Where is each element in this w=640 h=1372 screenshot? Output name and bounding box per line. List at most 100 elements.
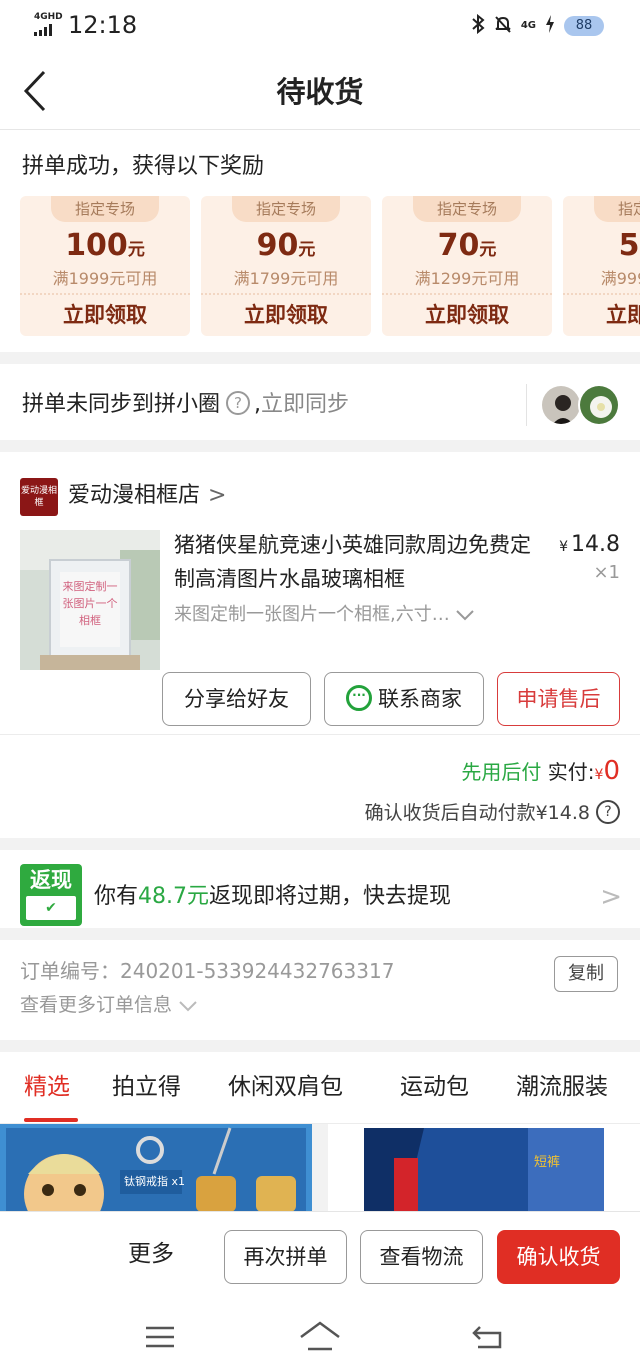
charging-icon [544,14,556,39]
chat-icon: ··· [346,685,372,711]
after-sale-button[interactable]: 申请售后 [497,672,620,726]
recommendation-item[interactable]: 钛钢戒指 x1 [0,1124,312,1212]
help-icon[interactable]: ? [596,799,620,824]
sync-row[interactable]: 拼单未同步到拼小圈? ,立即同步 [22,388,349,422]
chevron-down-icon [179,1000,197,1011]
spec-text: 来图定制一张图片一个相框,六寸… [174,604,450,625]
coupon-unit: 元 [479,240,497,260]
more-order-info-link[interactable]: 查看更多订单信息 [20,990,198,1020]
signal-icon: 4GHD [34,12,64,36]
cashback-banner[interactable]: 返现 ✔ 你有48.7元返现即将过期，快去提现 > [0,850,640,928]
regroup-button[interactable]: 再次拼单 [224,1230,347,1284]
more-order-info-label: 查看更多订单信息 [20,994,173,1016]
chevron-right-icon: > [600,882,622,912]
cashback-text: 你有48.7元返现即将过期，快去提现 [94,880,451,914]
tab-instant-camera[interactable]: 拍立得 [112,1070,181,1104]
order-info-card: 订单编号：240201-533924432763317 复制 查看更多订单信息 [0,940,640,1040]
category-tabs: 精选 拍立得 休闲双肩包 运动包 潮流服装 [0,1052,640,1124]
cashback-suffix: 返现即将过期，快去提现 [209,884,452,909]
paid-amount: 0 [603,756,620,786]
cashback-icon-text: 返现 [30,868,72,892]
shop-link[interactable]: 爱动漫相框店 > [68,480,226,512]
coupon-100[interactable]: 指定专场 100元 满1999元可用 立即领取 [20,196,190,336]
coupon-amount: 70 [437,228,480,263]
auto-pay-text: 确认收货后自动付款¥14.8 [364,802,590,824]
network-tag: 4GHD [34,12,63,22]
status-time: 12:18 [68,11,138,39]
sync-text: 拼单未同步到拼小圈 [22,392,221,417]
claim-button[interactable]: 立即领取 [201,296,371,334]
pay-later-label: 先用后付 [461,760,542,784]
coupon-50[interactable]: 指定专场 50元 满999元可用 立即领取 [563,196,640,336]
shop-logo: 爱动漫相框 [20,478,58,516]
avatar [540,384,582,426]
coupon-90[interactable]: 指定专场 90元 满1799元可用 立即领取 [201,196,371,336]
coupon-amount: 100 [65,228,128,263]
shop-name: 爱动漫相框店 [68,483,201,508]
rewards-card: 拼单成功，获得以下奖励 指定专场 100元 满1999元可用 立即领取 指定专场… [0,130,640,352]
thumb-label: 来图定制一张图片一个相框 [62,580,118,627]
copy-button[interactable]: 复制 [554,956,618,992]
cashback-prefix: 你有 [94,884,139,909]
product-image[interactable]: 来图定制一张图片一个相框 [20,530,160,670]
bottom-action-bar: 更多 再次拼单 查看物流 确认收货 [0,1211,640,1303]
contact-seller-label: 联系商家 [378,687,462,711]
sync-card[interactable]: 拼单未同步到拼小圈? ,立即同步 [0,364,640,440]
product-title[interactable]: 猪猪侠星航竞速小英雄同款周边免费定制高清图片水晶玻璃相框 [174,528,540,596]
coupon-tag: 指定专场 [51,196,159,222]
tab-fashion[interactable]: 潮流服装 [516,1070,608,1104]
help-icon[interactable]: ? [226,391,251,415]
menu-icon[interactable] [144,1323,176,1351]
back-nav-icon[interactable] [470,1321,506,1351]
battery-level: 88 [564,16,604,36]
tab-sports-bag[interactable]: 运动包 [400,1070,469,1104]
rec-label: 短裤 [534,1155,561,1170]
product-quantity: ×1 [593,562,620,583]
confirm-receipt-button[interactable]: 确认收货 [497,1230,620,1284]
paid-label: 实付: [547,760,595,784]
coupon-unit: 元 [127,240,145,260]
contact-seller-button[interactable]: ··· 联系商家 [324,672,484,726]
sync-separator: , [254,392,262,417]
product-price: ¥14.8 [559,528,620,564]
claim-button[interactable]: 立即领取 [563,296,640,334]
page-title: 待收货 [276,75,364,109]
system-nav-bar [0,1303,640,1372]
claim-button[interactable]: 立即领取 [382,296,552,334]
avatar [578,384,620,426]
claim-button[interactable]: 立即领取 [20,296,190,334]
rewards-title: 拼单成功，获得以下奖励 [22,154,265,179]
tab-backpack[interactable]: 休闲双肩包 [228,1070,343,1104]
network-4g-label: 4G [520,20,536,31]
mute-bell-icon [493,14,513,39]
home-icon[interactable] [298,1319,342,1353]
paid-row: 先用后付 实付:¥0 [461,754,620,792]
coupon-70[interactable]: 指定专场 70元 满1299元可用 立即领取 [382,196,552,336]
sync-now-link[interactable]: 立即同步 [261,392,349,417]
coupon-amount: 90 [256,228,299,263]
share-button[interactable]: 分享给好友 [162,672,311,726]
page-header: 待收货 [0,52,640,130]
coupon-amount: 50 [618,228,640,263]
order-card: 爱动漫相框 爱动漫相框店 > 来图定制一张图片一个相框 猪猪侠星航竞速小英雄同款周… [0,452,640,838]
view-logistics-button[interactable]: 查看物流 [360,1230,483,1284]
cashback-icon: 返现 ✔ [20,864,82,926]
auto-pay-row: 确认收货后自动付款¥14.8? [365,798,620,828]
coupon-condition: 满1999元可用 [52,269,158,288]
cashback-amount: 48.7元 [138,884,210,909]
price-currency: ¥ [559,539,569,555]
order-number: 订单编号：240201-533924432763317 [20,959,395,983]
recommendation-item[interactable]: 短裤 [328,1124,640,1212]
product-spec[interactable]: 来图定制一张图片一个相框,六寸… [174,600,544,630]
chevron-right-icon: > [208,483,227,508]
coupon-condition: 满999元可用 [600,269,640,288]
tab-featured[interactable]: 精选 [24,1070,70,1104]
more-button[interactable]: 更多 [128,1234,174,1274]
coupon-tag: 指定专场 [413,196,521,222]
coupon-condition: 满1799元可用 [233,269,339,288]
active-tab-indicator [24,1118,78,1122]
price-value: 14.8 [571,532,620,557]
status-bar: 4GHD 12:18 4G 88 [0,0,640,52]
coupon-condition: 满1299元可用 [414,269,520,288]
chevron-down-icon [456,610,475,621]
